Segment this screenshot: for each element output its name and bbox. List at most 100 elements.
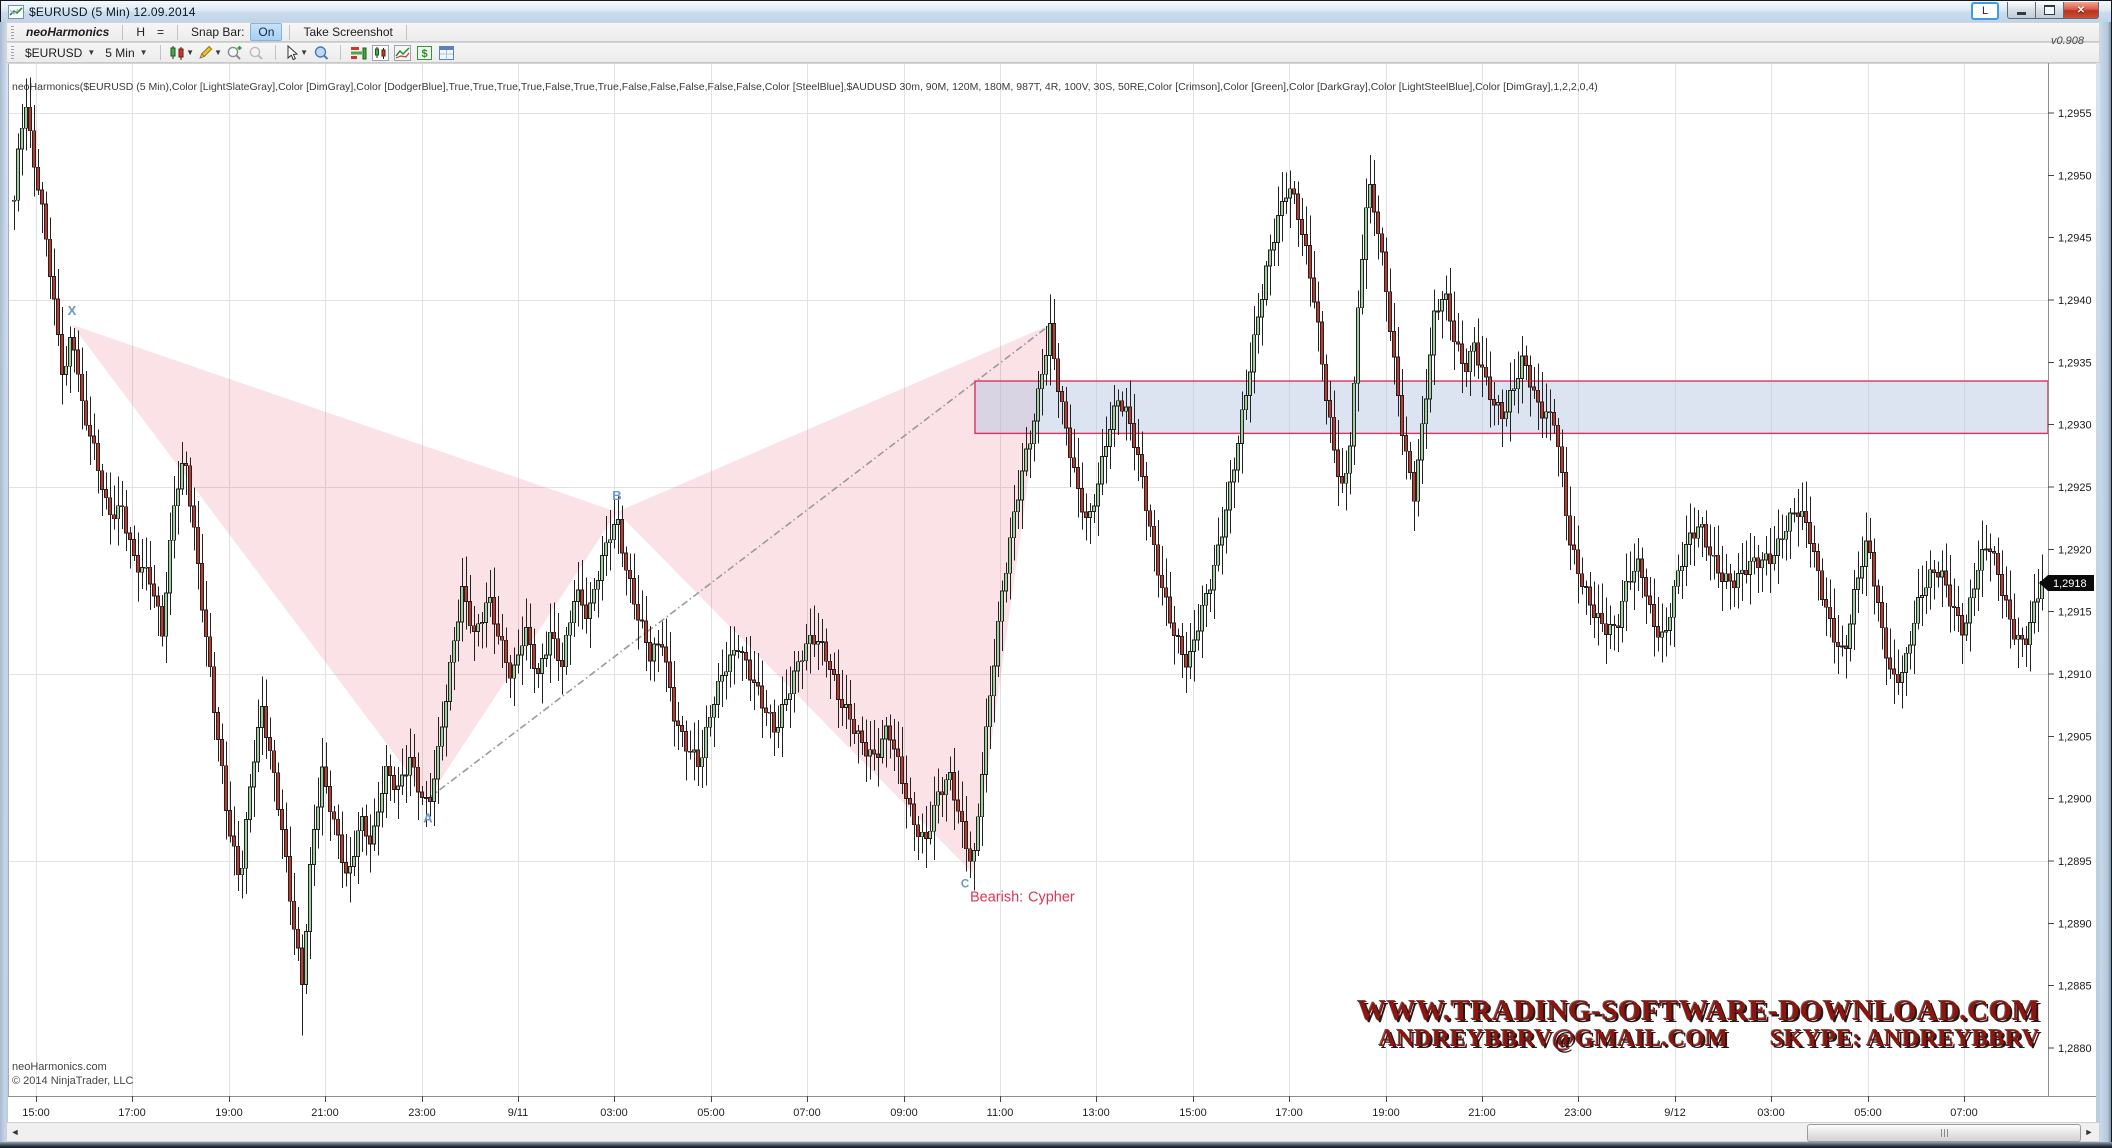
toolbar-grip[interactable] [11,46,14,59]
zoom-out-icon [248,45,265,61]
close-icon: ✕ [2077,5,2085,16]
line-chart-button[interactable] [392,43,414,62]
pointer-icon [285,45,300,61]
version-label: v0.908 [2051,35,2084,47]
interval-selector[interactable]: 5 Min ▼ [100,45,152,61]
time-tick-label: 15:00 [1179,1107,1207,1119]
maximize-icon [2044,5,2055,15]
chevron-down-icon: ▼ [300,49,308,57]
price-tick-label: 1,2940 [2058,295,2092,307]
equals-button[interactable]: = [151,24,170,40]
chevron-down-icon: ▼ [186,49,194,57]
harmonics-button[interactable]: H [130,24,151,40]
minimize-button[interactable] [2007,2,2035,19]
price-tick-label: 1,2880 [2058,1043,2092,1055]
indicator-toolbar: neoHarmonics H = Snap Bar: On Take Scree… [6,22,2100,42]
time-tick-label: 03:00 [600,1107,628,1119]
data-box-button[interactable] [311,43,333,62]
site-label: neoHarmonics.com [12,1061,107,1073]
time-tick-label: 13:00 [1082,1107,1110,1119]
pattern-direction-label: Bearish: [970,889,1023,905]
separator [289,25,290,40]
separator [275,45,276,60]
time-tick-label: 19:00 [1372,1107,1400,1119]
instrument-selector[interactable]: $EURUSD ▼ [20,45,100,61]
time-tick-label: 17:00 [1275,1107,1303,1119]
window-title: $EURUSD (5 Min) 12.09.2014 [29,5,196,19]
price-tick-label: 1,2910 [2058,669,2092,681]
snap-bar-toggle[interactable]: On [250,23,282,41]
pencil-icon [197,45,214,61]
chart-panel[interactable]: neoHarmonics($EURUSD (5 Min),Color [Ligh… [8,63,2096,1122]
link-button[interactable]: L [1971,2,1999,20]
magnifier-icon [313,45,330,61]
price-tick-label: 1,2930 [2058,420,2092,432]
price-tick-label: 1,2885 [2058,981,2092,993]
cursor-mode-button[interactable]: ▼ [283,43,311,62]
price-tick-label: 1,2950 [2058,170,2092,182]
indicator-settings-text: neoHarmonics($EURUSD (5 Min),Color [Ligh… [12,81,1598,93]
account-button[interactable]: $ [414,43,436,62]
candlestick-icon [169,45,186,61]
grid-properties-button[interactable] [436,43,458,62]
maximize-button[interactable] [2035,2,2063,19]
pattern-name-label: Cypher [1028,889,1075,905]
dollar-icon: $ [416,45,433,61]
chevron-down-icon: ▼ [214,49,222,57]
price-tick-label: 1,2915 [2058,607,2092,619]
time-tick-label: 09:00 [890,1107,918,1119]
indicator-name-label: neoHarmonics [20,25,115,39]
price-tick-label: 1,2925 [2058,482,2092,494]
scrollbar-thumb[interactable] [1807,1124,2081,1142]
horizontal-scrollbar[interactable]: ◄ ► [6,1122,2100,1142]
time-tick-label: 15:00 [22,1107,50,1119]
point-b-label: B [612,488,621,503]
price-tick-label: 1,2895 [2058,856,2092,868]
time-tick-label: 23:00 [408,1107,436,1119]
separator [340,45,341,60]
time-tick-label: 05:00 [697,1107,725,1119]
chevron-down-icon: ▼ [140,49,148,57]
last-price-marker: 1,2918 [2039,575,2094,591]
time-tick-label: 05:00 [1854,1107,1882,1119]
last-price-label: 1,2918 [2053,578,2087,590]
interval-label: 5 Min [105,46,134,60]
instrument-label: $EURUSD [25,46,82,60]
instrument-toolbar: $EURUSD ▼ 5 Min ▼ ▼ ▼ [6,42,2100,63]
scroll-right-arrow-icon[interactable]: ► [2081,1123,2097,1141]
time-tick-label: 17:00 [118,1107,146,1119]
zoom-out-button[interactable] [246,43,268,62]
time-tick-label: 11:00 [987,1107,1014,1119]
title-bar[interactable]: $EURUSD (5 Min) 12.09.2014 L ✕ [1,1,2111,23]
time-tick-label: 9/12 [1664,1107,1685,1119]
watermark: WWW.TRADING-SOFTWARE-DOWNLOAD.COM ANDREY… [1358,996,2040,1053]
price-tick-label: 1,2905 [2058,731,2092,743]
take-screenshot-button[interactable]: Take Screenshot [297,24,398,40]
market-analyzer-icon [350,45,367,61]
watermark-site: WWW.TRADING-SOFTWARE-DOWNLOAD.COM [1358,996,2040,1027]
chart-style-button[interactable]: ▼ [168,43,196,62]
scroll-left-arrow-icon[interactable]: ◄ [7,1123,23,1141]
market-analyzer-button[interactable] [348,43,370,62]
close-button[interactable]: ✕ [2063,2,2099,19]
time-tick-label: 23:00 [1564,1107,1592,1119]
chevron-down-icon: ▼ [87,49,95,57]
point-c-label: C [961,878,969,890]
window-controls: L ✕ [1971,2,2099,19]
watermark-contacts: ANDREYBBRV@GMAIL.COMSKYPE: ANDREYBBRV [1358,1027,2040,1053]
toolbar-grip[interactable] [11,26,14,39]
new-chart-button[interactable] [370,43,392,62]
grid-icon [438,45,455,61]
application-window: $EURUSD (5 Min) 12.09.2014 L ✕ neoHarmon… [0,0,2112,1148]
time-tick-label: 03:00 [1757,1107,1785,1119]
time-tick-label: 07:00 [1950,1107,1978,1119]
window-frame-left [0,22,6,1142]
window-frame-bottom [0,1142,2112,1148]
zoom-in-button[interactable] [224,43,246,62]
price-tick-label: 1,2890 [2058,918,2092,930]
price-tick-label: 1,2955 [2058,108,2092,120]
drawing-tools-button[interactable]: ▼ [196,43,224,62]
time-tick-label: 21:00 [1468,1107,1496,1119]
point-a-label: A [423,811,433,826]
window-frame-right [2100,22,2111,1142]
